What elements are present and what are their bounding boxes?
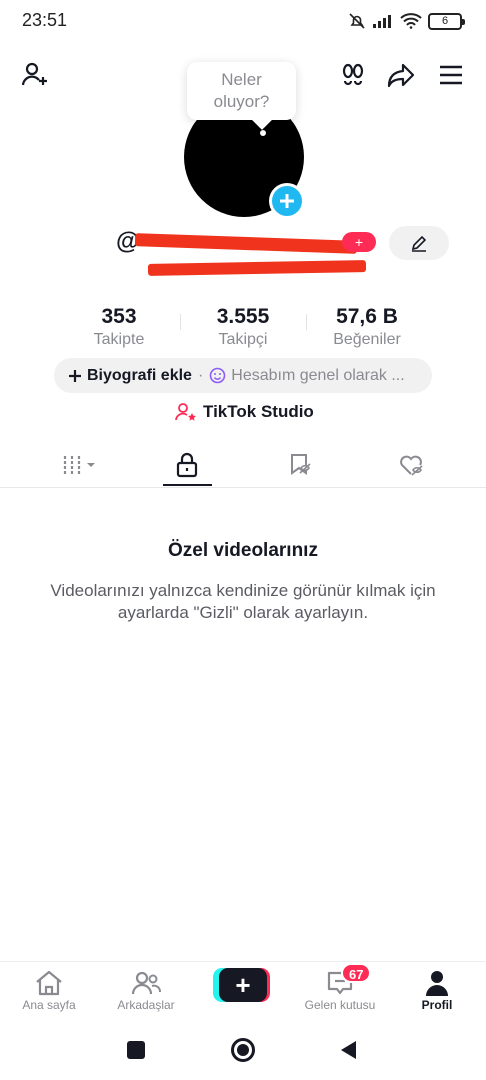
menu-icon[interactable] (434, 58, 468, 92)
avatar-dot (260, 130, 266, 136)
status-note[interactable]: Hesabım genel olarak ... (209, 366, 405, 385)
studio-label: TikTok Studio (203, 402, 314, 421)
friends-icon (131, 971, 161, 995)
add-avatar-button[interactable] (269, 183, 305, 219)
stat-label: Takipte (93, 331, 145, 348)
plus-icon (280, 194, 294, 208)
notify-pill[interactable]: + (342, 232, 376, 252)
add-bio-button[interactable]: Biyografi ekle (68, 367, 192, 385)
system-navigation (0, 1023, 486, 1080)
bio-row[interactable]: Biyografi ekle · Hesabım genel olarak ..… (54, 358, 432, 393)
nav-label: Ana sayfa (22, 998, 76, 1012)
stat-label: Beğeniler (333, 331, 401, 348)
inbox-badge: 67 (341, 963, 372, 983)
battery-indicator: 6 (428, 12, 465, 30)
tab-liked[interactable] (382, 442, 442, 488)
stat-label: Takipçi (218, 331, 268, 348)
nav-friends[interactable]: Arkadaşlar (101, 968, 191, 1012)
stat-likes[interactable]: 57,6 B Beğeniler (307, 305, 427, 349)
add-bio-label: Biyografi ekle (87, 366, 192, 384)
redaction-mark (134, 233, 358, 254)
nav-label: Arkadaşlar (117, 998, 175, 1012)
nav-profile[interactable]: Profil (392, 968, 482, 1012)
empty-state-title: Özel videolarınız (168, 540, 318, 561)
smiley-icon (209, 367, 226, 384)
status-time: 23:51 (22, 10, 68, 30)
redaction-mark (147, 260, 367, 276)
nav-home[interactable]: Ana sayfa (4, 968, 94, 1012)
tab-videos[interactable] (50, 442, 110, 488)
home-circle-icon[interactable] (231, 1038, 255, 1062)
tab-saved[interactable] (270, 442, 330, 488)
profile-icon (426, 971, 448, 996)
empty-state-text: Videolarınızı yalnızca kendinize görünür… (50, 581, 436, 622)
bookmark-hidden-icon (291, 454, 311, 475)
home-icon (36, 970, 62, 996)
pencil-icon (411, 235, 427, 252)
heart-hidden-icon (400, 455, 423, 476)
share-icon[interactable] (384, 58, 418, 92)
active-tab-indicator (163, 484, 212, 486)
mute-bell-icon (349, 13, 365, 29)
nav-label: Profil (421, 998, 453, 1012)
status-note-text: Hesabım genel olarak ... (231, 366, 405, 384)
status-icons: 6 (348, 12, 465, 30)
wifi-icon (400, 13, 422, 29)
stat-followers[interactable]: 3.555 Takipçi (183, 305, 303, 349)
studio-person-icon (175, 403, 196, 421)
footprints-icon[interactable] (336, 58, 370, 92)
add-friend-icon[interactable] (18, 58, 52, 92)
stat-value: 57,6 B (336, 305, 398, 328)
stat-following[interactable]: 353 Takipte (59, 305, 179, 349)
tab-private[interactable] (157, 442, 217, 488)
nav-inbox[interactable]: Gelen kutusu (295, 968, 385, 1012)
stat-divider (180, 314, 181, 330)
tooltip-line-2: oluyor? (213, 92, 270, 111)
signal-icon (373, 15, 391, 28)
whats-happening-tooltip[interactable]: Neler oluyor? (187, 62, 296, 120)
stat-value: 3.555 (216, 305, 270, 328)
grid-filter-icon (63, 456, 95, 474)
nav-label: Gelen kutusu (304, 998, 376, 1012)
profile-tabs (0, 442, 486, 488)
lock-icon (176, 452, 198, 478)
stat-value: 353 (101, 305, 137, 328)
recents-square-icon[interactable] (127, 1041, 145, 1059)
plus-icon (69, 369, 81, 382)
create-plus: + (219, 968, 267, 1002)
edit-profile-button[interactable] (389, 226, 449, 260)
bio-separator: · (197, 366, 204, 384)
tiktok-studio-link[interactable]: TikTok Studio (175, 402, 314, 422)
back-triangle-icon[interactable] (338, 1039, 358, 1061)
create-button[interactable]: + (213, 968, 270, 1002)
tooltip-line-1: Neler (221, 70, 262, 89)
